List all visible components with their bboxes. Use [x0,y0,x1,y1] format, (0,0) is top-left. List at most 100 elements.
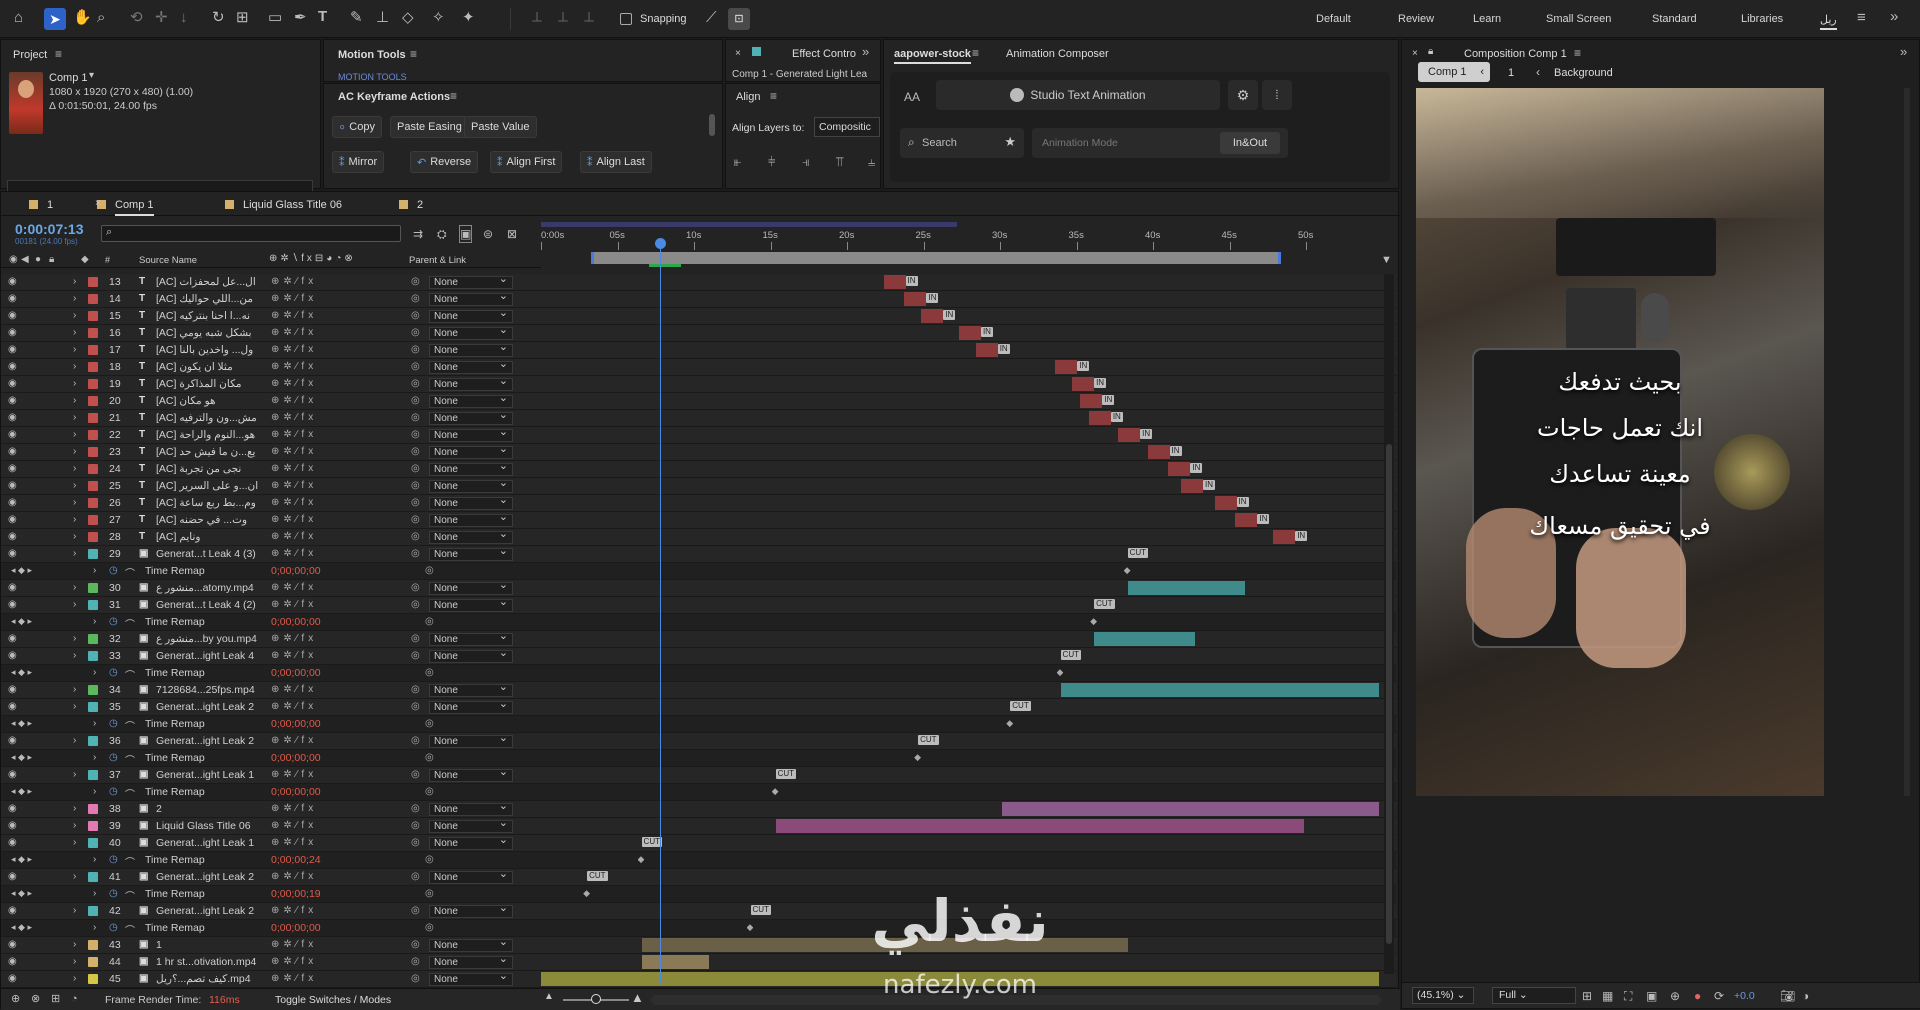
parent-pickwhip-icon[interactable]: ◎ [411,803,420,814]
align-first-button[interactable]: ⁑ Align First [490,151,563,173]
layer-in-block[interactable] [883,275,906,289]
copy-button[interactable]: ⸰ Copy [332,116,382,138]
parent-pickwhip-icon[interactable]: ◎ [411,905,420,916]
layer-row[interactable]: ◉ › 32 ▣ منشور ع...by you.mp4 ⊕✲∕fx ◎ None [1,631,1396,648]
layer-name[interactable]: Generat...ight Leak 2 [156,701,266,713]
visibility-eye-icon[interactable]: ◉ [8,820,17,831]
label-color-swatch[interactable] [88,872,98,882]
parent-pickwhip-icon[interactable]: ◎ [411,463,420,474]
layer-in-block[interactable] [1147,445,1170,459]
workspace-tab-6[interactable]: ريل [1820,13,1837,30]
mirror-button[interactable]: ⁑ Mirror [332,151,385,173]
parent-pickwhip-icon[interactable]: ◎ [411,446,420,457]
keyframe-nav-icon[interactable]: ◂ ◆ ▸ [11,718,32,729]
layer-in-block[interactable] [1214,496,1237,510]
region-of-interest-icon[interactable]: ⊞ [1582,988,1592,1004]
visibility-eye-icon[interactable]: ◉ [8,701,17,712]
layer-name[interactable]: [AC] وم...بط ربع ساعة [156,497,266,509]
layer-row[interactable]: ◉ › 44 ▣ 1 hr st...otivation.mp4 ⊕✲∕fx ◎ None [1,954,1396,971]
snap-options-icon[interactable]: ⟋ [706,10,717,26]
layer-name[interactable]: منشور ع...by you.mp4 [156,633,266,645]
layer-name[interactable]: Generat...ight Leak 4 [156,650,266,662]
label-color-swatch[interactable] [88,770,98,780]
expand-chevron-icon[interactable]: › [73,514,76,525]
layer-in-block[interactable] [1181,479,1204,493]
layer-duration-bar[interactable] [641,955,709,969]
visibility-eye-icon[interactable]: ◉ [8,293,17,304]
expand-chevron-icon[interactable]: › [93,718,96,729]
stopwatch-icon[interactable]: ◷ [109,718,118,729]
label-color-swatch[interactable] [88,957,98,967]
layer-name[interactable]: [AC] من...اللي حواليك [156,293,266,305]
parent-dropdown[interactable]: None [429,631,513,646]
expand-chevron-icon[interactable]: › [73,684,76,695]
layer-name[interactable]: Generat...t Leak 4 (3) [156,548,266,560]
label-color-swatch[interactable] [88,328,98,338]
expand-chevron-icon[interactable]: › [73,378,76,389]
parent-pickwhip-icon[interactable]: ◎ [411,276,420,287]
visibility-eye-icon[interactable]: ◉ [8,905,17,916]
comp-name[interactable]: Comp 1 [49,72,88,84]
layer-row[interactable]: ◉ › 37 ▣ Generat...ight Leak 1 ⊕✲∕fx ◎ None CUT [1,767,1396,784]
text-size-icon[interactable]: AA [904,90,920,104]
keyframe-diamond[interactable]: ◆ [747,922,754,933]
label-color-swatch[interactable] [88,838,98,848]
label-color-swatch[interactable] [88,702,98,712]
time-remap-row[interactable]: ◂ ◆ ▸ › ◷ ⌒ Time Remap 0;00;00;00 ◎ ◆ [1,614,1396,631]
parent-pickwhip-icon[interactable]: ◎ [411,973,420,984]
snapshot-icon[interactable]: 📷︎ [1780,988,1795,1004]
graph-icon[interactable]: ⌒ [125,854,135,869]
expand-chevron-icon[interactable]: › [73,939,76,950]
zoom-dropdown[interactable]: (45.1%) ⌄ [1412,987,1474,1004]
label-color-swatch[interactable] [88,600,98,610]
layer-row[interactable]: ◉ › 29 ▣ Generat...t Leak 4 (3) ⊕✲∕fx ◎ None CUT [1,546,1396,563]
layer-in-block[interactable] [1080,394,1103,408]
label-color-swatch[interactable] [88,379,98,389]
parent-dropdown[interactable]: None [429,478,513,493]
frame-blending-icon[interactable]: ⊜ [483,226,493,242]
switches-icons[interactable]: ⊕✲∕fx [271,871,317,882]
in-marker[interactable]: IN [1110,412,1123,422]
lock-icon[interactable]: 🔒︎ [1428,46,1433,57]
column-source-name[interactable]: Source Name [139,255,197,266]
expression-icon[interactable]: ◎ [425,565,434,576]
label-color-swatch[interactable] [88,736,98,746]
layer-duration-bar[interactable] [1094,632,1195,646]
keyframe-nav-icon[interactable]: ◂ ◆ ▸ [11,888,32,899]
expand-chevron-icon[interactable]: › [73,361,76,372]
parent-dropdown[interactable]: None [429,495,513,510]
time-remap-row[interactable]: ◂ ◆ ▸ › ◷ ⌒ Time Remap 0;00;00;00 ◎ ◆ [1,750,1396,767]
layer-name[interactable]: [AC] هو...النوم والراحة [156,429,266,441]
layer-row[interactable]: ◉ › 33 ▣ Generat...ight Leak 4 ⊕✲∕fx ◎ None CUT [1,648,1396,665]
visibility-eye-icon[interactable]: ◉ [8,735,17,746]
type-tool-icon[interactable]: T [318,9,327,25]
ac-scrollbar[interactable] [709,114,715,136]
roto-brush-icon[interactable]: ✧ [432,10,445,26]
layer-row[interactable]: ◉ › 26 T [AC] وم...بط ربع ساعة ⊕✲∕fx ◎ None IN [1,495,1396,512]
home-icon[interactable]: ⌂ [14,10,23,26]
in-marker[interactable]: IN [1236,497,1249,507]
switches-icons[interactable]: ⊕✲∕fx [271,633,317,644]
switches-icons[interactable]: ⊕✲∕fx [271,446,317,457]
keyframe-diamond[interactable]: ◆ [638,854,645,865]
layer-name[interactable]: Generat...ight Leak 2 [156,735,266,747]
animation-composer-tab[interactable]: Animation Composer [1006,48,1109,60]
keyframe-diamond[interactable]: ◆ [1057,667,1064,678]
axis-view-icon[interactable]: ⟂ [584,10,594,26]
in-marker[interactable]: IN [1295,531,1308,541]
label-color-swatch[interactable] [88,413,98,423]
graph-icon[interactable]: ⌒ [125,922,135,937]
paste-easing-button[interactable]: Paste Easing [390,116,469,138]
layer-name[interactable]: [AC] مش...ون والترفيه [156,412,266,424]
in-marker[interactable]: IN [1140,429,1153,439]
workspace-tab-1[interactable]: Review [1398,13,1434,25]
graph-icon[interactable]: ⌒ [125,888,135,903]
layer-name[interactable]: [AC] بشكل شبه يومي [156,327,266,339]
parent-dropdown[interactable]: None [429,376,513,391]
parent-dropdown[interactable]: None [429,342,513,357]
visibility-eye-icon[interactable]: ◉ [8,463,17,474]
toggle-switches-modes[interactable]: Toggle Switches / Modes [275,994,391,1006]
panel-overflow-icon[interactable]: » [1900,44,1907,60]
label-color-swatch[interactable] [88,821,98,831]
expand-chevron-icon[interactable]: › [93,854,96,865]
